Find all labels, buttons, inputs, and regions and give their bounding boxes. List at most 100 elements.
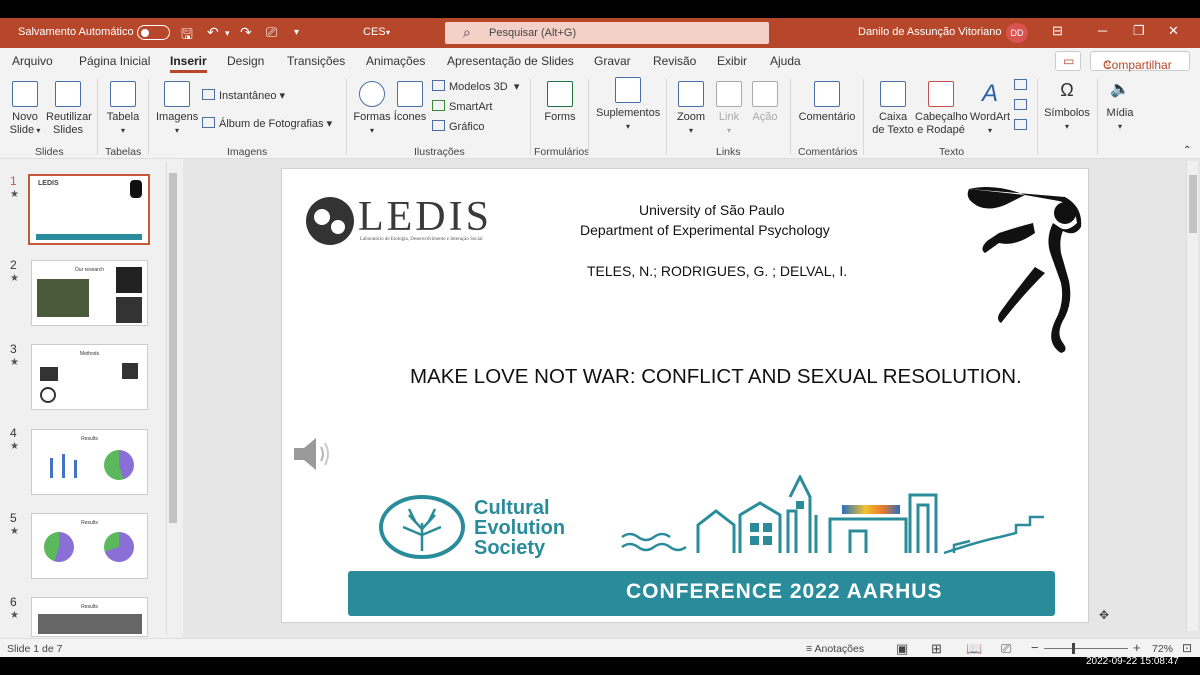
scroll-thumb[interactable] xyxy=(1189,175,1197,233)
slide-thumbnail-2[interactable]: Our research xyxy=(31,260,148,326)
customize-toolbar-icon[interactable]: ▾ xyxy=(294,27,299,38)
editor-scrollbar[interactable] xyxy=(1186,161,1198,631)
group-divider xyxy=(863,79,864,155)
date-time-button[interactable] xyxy=(1014,79,1031,92)
images-button[interactable]: Imagens ▾ xyxy=(156,81,198,137)
restore-icon[interactable]: ❐ xyxy=(1133,23,1145,39)
slide-canvas[interactable]: LEDIS Laboratório de Etologia, Desenvolv… xyxy=(281,168,1089,623)
tab-apresentacao[interactable]: Apresentação de Slides xyxy=(447,54,574,68)
new-slide-button[interactable]: Novo Slide ▾ xyxy=(6,81,44,137)
thumb-pie xyxy=(104,532,134,562)
symbols-button[interactable]: Ω Símbolos ▾ xyxy=(1043,77,1091,133)
tab-inserir[interactable]: Inserir xyxy=(170,54,207,73)
shapes-button[interactable]: Formas ▾ xyxy=(353,81,391,137)
date-time-icon xyxy=(1014,79,1027,90)
object-button[interactable] xyxy=(1014,119,1031,132)
slide-thumbnail-5[interactable]: Results xyxy=(31,513,148,579)
tab-exibir[interactable]: Exibir xyxy=(717,54,747,68)
notes-button[interactable]: ≡ Anotações xyxy=(806,643,864,655)
new-slide-label: Novo xyxy=(12,111,38,123)
zoom-out-icon[interactable]: − xyxy=(1031,640,1039,655)
undo-dropdown-icon[interactable]: ▾ xyxy=(225,28,230,39)
group-divider xyxy=(588,79,589,155)
share-button[interactable]: ⇪ Compartilhar xyxy=(1090,51,1190,72)
forms-button[interactable]: Forms xyxy=(540,81,580,124)
slide-thumbnail-6[interactable]: Results xyxy=(31,597,148,637)
zoom-level[interactable]: 72% xyxy=(1152,643,1173,655)
zoom-label: Zoom xyxy=(676,111,706,123)
thumb-pie xyxy=(104,450,134,480)
tab-pagina-inicial[interactable]: Página Inicial xyxy=(79,54,150,68)
comment-button[interactable]: Comentário xyxy=(798,81,856,124)
thumbnail-scrollbar[interactable] xyxy=(166,161,178,635)
link-button[interactable]: Link ▾ xyxy=(714,81,744,137)
3d-models-button[interactable]: Modelos 3D ▾ xyxy=(432,80,519,93)
animation-star-icon: ★ xyxy=(10,273,19,284)
new-comment-icon xyxy=(814,81,840,107)
redo-icon[interactable]: ↷ xyxy=(240,24,252,41)
tab-arquivo[interactable]: Arquivo xyxy=(12,54,53,68)
scroll-thumb[interactable] xyxy=(169,173,177,523)
textbox-button[interactable]: Caixa de Texto xyxy=(871,81,915,137)
slideshow-icon[interactable]: ⎚ xyxy=(1001,641,1011,657)
icons-button[interactable]: Ícones xyxy=(393,81,427,124)
zoom-slider[interactable] xyxy=(1044,643,1128,654)
conference-text: CONFERENCE 2022 AARHUS xyxy=(626,580,943,603)
search-placeholder: Pesquisar (Alt+G) xyxy=(489,27,577,39)
tab-animacoes[interactable]: Animações xyxy=(366,54,425,68)
animation-star-icon: ★ xyxy=(10,189,19,200)
zoom-slider-thumb[interactable] xyxy=(1072,643,1075,654)
ribbon-display-icon[interactable]: ⊟ xyxy=(1052,23,1063,39)
tab-transicoes[interactable]: Transições xyxy=(287,54,345,68)
wordart-button[interactable]: A WordArt ▾ xyxy=(968,81,1012,137)
slide-number-button[interactable] xyxy=(1014,99,1031,112)
minimize-icon[interactable]: ─ xyxy=(1098,23,1107,38)
media-button[interactable]: 🔈 Mídia ▾ xyxy=(1103,77,1137,133)
doc-name-chevron-icon[interactable]: ▾ xyxy=(386,28,390,37)
normal-view-icon[interactable]: ▣ xyxy=(896,641,908,657)
addins-button[interactable]: Suplementos ▾ xyxy=(596,77,660,133)
user-name[interactable]: Danilo de Assunção Vitoriano xyxy=(858,26,1002,38)
fit-slide-icon[interactable]: ⊡ xyxy=(1182,641,1192,655)
reading-view-icon[interactable]: 📖 xyxy=(966,641,982,657)
audio-speaker-icon[interactable] xyxy=(292,435,334,473)
thumb-title: Methods xyxy=(79,351,100,357)
autosave-toggle[interactable] xyxy=(137,25,170,40)
reuse-label: Reutilizar xyxy=(46,111,92,123)
zoom-in-icon[interactable]: + xyxy=(1133,640,1141,655)
present-icon[interactable]: ⎚ xyxy=(266,24,277,41)
reuse-slides-icon xyxy=(55,81,81,107)
close-icon[interactable]: ✕ xyxy=(1168,23,1179,39)
chart-button[interactable]: Gráfico xyxy=(432,120,484,133)
action-button[interactable]: Ação xyxy=(750,81,780,124)
slide-thumbnail-3[interactable]: Methods xyxy=(31,344,148,410)
tab-revisao[interactable]: Revisão xyxy=(653,54,696,68)
comments-button[interactable]: ▭ xyxy=(1055,51,1081,71)
tab-ajuda[interactable]: Ajuda xyxy=(770,54,801,68)
undo-icon[interactable]: ↶ xyxy=(207,24,219,41)
slide-thumbnail-1[interactable]: LEDIS xyxy=(28,174,150,245)
tab-design[interactable]: Design xyxy=(227,54,264,68)
photo-album-button[interactable]: Álbum de Fotografias ▾ xyxy=(202,117,332,130)
animation-star-icon: ★ xyxy=(10,610,19,621)
document-name[interactable]: CES xyxy=(363,26,386,38)
save-icon[interactable]: 🖫 xyxy=(181,24,193,48)
slide-thumbnail-4[interactable]: Results xyxy=(31,429,148,495)
smartart-button[interactable]: SmartArt xyxy=(432,100,492,113)
thumb-monkey xyxy=(130,180,142,198)
collapse-ribbon-icon[interactable]: ⌃ xyxy=(1183,145,1191,156)
avatar[interactable]: DD xyxy=(1006,23,1028,43)
photo-album-icon xyxy=(202,117,215,128)
group-label-comments: Comentários xyxy=(798,146,858,158)
header-footer-button[interactable]: Cabeçalho e Rodapé xyxy=(915,81,968,137)
screenshot-button[interactable]: Instantâneo ▾ xyxy=(202,89,285,102)
tab-gravar[interactable]: Gravar xyxy=(594,54,631,68)
reuse-slides-button[interactable]: Reutilizar Slides xyxy=(46,81,92,137)
chart-icon xyxy=(432,120,445,131)
search-box[interactable]: ⌕ Pesquisar (Alt+G) xyxy=(445,22,769,44)
slide-sorter-icon[interactable]: ⊞ xyxy=(931,641,942,657)
thumb-title: Results xyxy=(81,436,98,442)
table-button[interactable]: Tabela ▾ xyxy=(104,81,142,137)
slide-number-icon xyxy=(1014,99,1027,110)
zoom-button[interactable]: Zoom ▾ xyxy=(676,81,706,137)
